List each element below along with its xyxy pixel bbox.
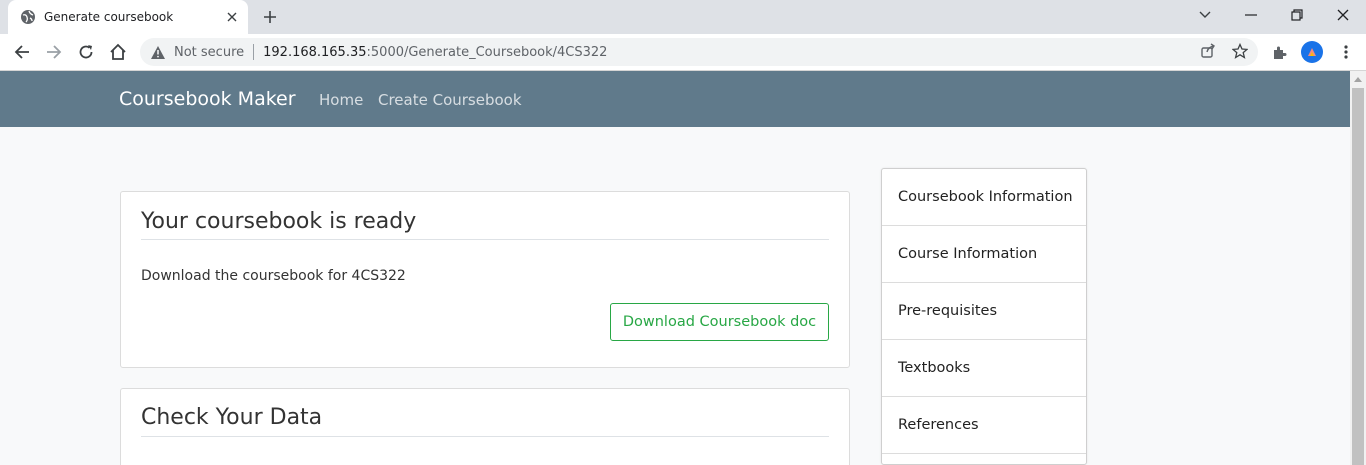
section-link-textbooks[interactable]: Textbooks — [882, 340, 1086, 397]
ready-card-title: Your coursebook is ready — [141, 209, 417, 234]
restore-icon[interactable] — [1274, 0, 1320, 30]
ready-card-divider — [141, 239, 829, 240]
globe-icon — [20, 9, 36, 25]
site-navbar: Coursebook Maker Home Create Coursebook — [0, 71, 1350, 127]
scroll-up-arrow-icon[interactable] — [1350, 71, 1366, 87]
forward-arrow-icon[interactable] — [41, 39, 67, 65]
nav-link-home[interactable]: Home — [319, 91, 363, 109]
section-nav-list: Coursebook Information Course Informatio… — [881, 168, 1087, 465]
profile-avatar-icon[interactable] — [1301, 41, 1323, 63]
download-coursebook-button[interactable]: Download Coursebook doc — [610, 303, 829, 341]
bookmark-star-icon[interactable] — [1229, 40, 1251, 62]
extensions-puzzle-icon[interactable] — [1268, 40, 1292, 64]
more-menu-icon[interactable] — [1334, 40, 1358, 64]
minimize-icon[interactable] — [1228, 0, 1274, 30]
url-host: 192.168.165.35 — [263, 44, 367, 60]
check-data-title: Check Your Data — [141, 405, 323, 430]
coursebook-ready-card: Your coursebook is ready Download the co… — [120, 191, 850, 368]
warning-icon[interactable] — [150, 44, 166, 60]
close-tab-icon[interactable] — [222, 7, 242, 27]
home-icon[interactable] — [105, 39, 131, 65]
tab-search-chevron-icon[interactable] — [1182, 0, 1228, 30]
check-data-card: Check Your Data — [120, 388, 850, 465]
brand-logo[interactable]: Coursebook Maker — [119, 88, 296, 110]
section-link-pre-requisites[interactable]: Pre-requisites — [882, 283, 1086, 340]
check-data-divider — [141, 436, 829, 437]
browser-toolbar: Not secure 192.168.165.35:5000/Generate_… — [0, 34, 1366, 71]
section-link-course-information[interactable]: Course Information — [882, 226, 1086, 283]
url-path: :5000/Generate_Coursebook/4CS322 — [366, 44, 608, 60]
download-description: Download the coursebook for 4CS322 — [141, 268, 406, 284]
browser-tab[interactable]: Generate coursebook — [8, 0, 248, 34]
browser-tab-strip: Generate coursebook — [0, 0, 1366, 34]
section-link-coursebook-information[interactable]: Coursebook Information — [882, 169, 1086, 226]
close-window-icon[interactable] — [1320, 0, 1366, 30]
address-divider — [253, 44, 255, 60]
page-scrollbar-thumb[interactable] — [1352, 88, 1364, 465]
tab-title: Generate coursebook — [44, 10, 174, 24]
share-icon[interactable] — [1197, 40, 1219, 62]
security-label[interactable]: Not secure — [174, 45, 244, 60]
new-tab-icon[interactable] — [259, 6, 281, 28]
url-text[interactable]: 192.168.165.35:5000/Generate_Coursebook/… — [263, 45, 607, 60]
section-link-references[interactable]: References — [882, 397, 1086, 454]
reload-icon[interactable] — [73, 39, 99, 65]
address-bar[interactable]: Not secure 192.168.165.35:5000/Generate_… — [140, 38, 1258, 66]
nav-link-create-coursebook[interactable]: Create Coursebook — [378, 91, 522, 109]
back-arrow-icon[interactable] — [9, 39, 35, 65]
